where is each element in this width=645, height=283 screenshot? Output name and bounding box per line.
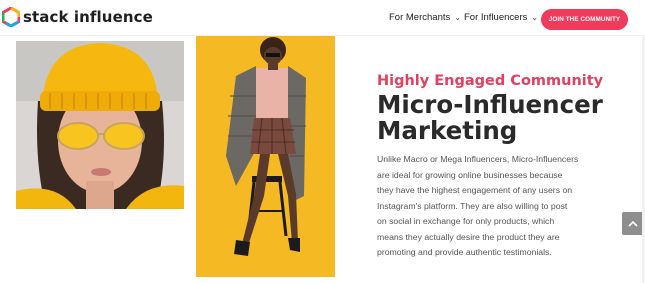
site-header: stack influence For Merchants ⌄ For Infl… — [0, 0, 645, 36]
nav-label: For Influencers — [464, 12, 528, 23]
chevron-down-icon: ⌄ — [531, 13, 539, 22]
nav-for-influencers[interactable]: For Influencers ⌄ — [464, 12, 538, 23]
section-kicker: Highly Engaged Community — [377, 73, 604, 89]
influencer-photo-plaid-coat — [196, 36, 335, 277]
section-body-text: Unlike Macro or Mega Influencers, Micro-… — [377, 154, 579, 257]
logo-text: stack influence — [23, 8, 153, 26]
page-title: Micro-Influencer Marketing — [377, 90, 603, 145]
nav-for-merchants[interactable]: For Merchants ⌄ — [389, 12, 461, 23]
chevron-up-icon — [628, 220, 638, 227]
nav-label: For Merchants — [389, 12, 451, 23]
chevron-down-icon: ⌄ — [454, 13, 461, 22]
hexagon-logo-icon — [2, 7, 20, 27]
back-to-top-button[interactable] — [622, 212, 644, 235]
join-community-button[interactable]: JOIN THE COMMUNITY — [541, 9, 628, 30]
logo[interactable]: stack influence — [2, 7, 153, 27]
influencer-photo-beanie — [16, 41, 184, 209]
